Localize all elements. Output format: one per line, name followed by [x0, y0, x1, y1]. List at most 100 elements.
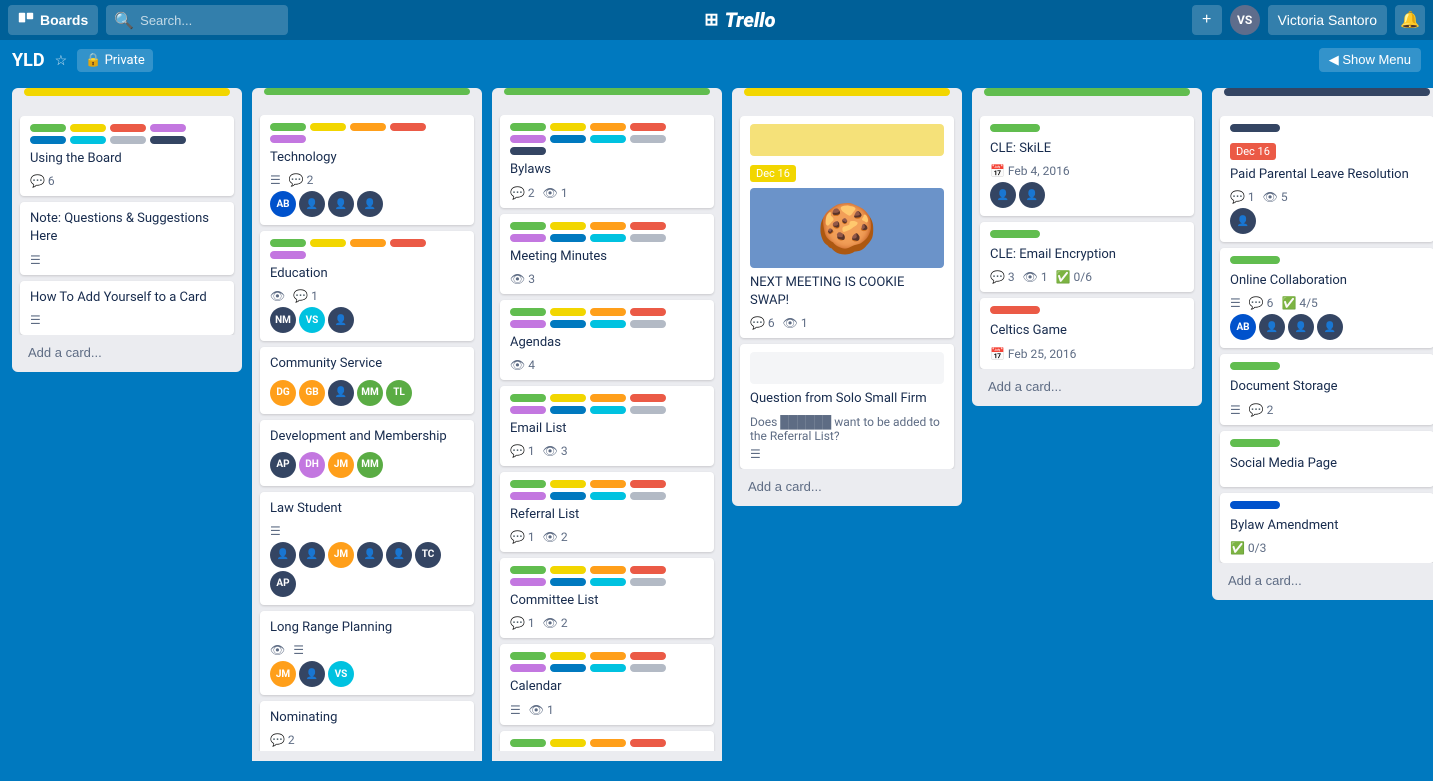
card-3-1[interactable]: Bylaws💬 2👁 1	[500, 115, 714, 207]
card-label	[630, 480, 666, 488]
card-6-4[interactable]: Social Media Page	[1220, 431, 1433, 487]
card-avatar: GB	[299, 380, 325, 406]
card-2-7[interactable]: Nominating💬 2JRJM👤MWZB	[260, 701, 474, 751]
card-label	[630, 406, 666, 414]
card-3-3[interactable]: Agendas👁 4	[500, 300, 714, 380]
user-menu-button[interactable]: Victoria Santoro	[1268, 5, 1387, 35]
card-meta-item: 💬 2	[510, 186, 535, 200]
card-5-1[interactable]: CLE: SkiLE📅 Feb 4, 2016👤👤	[980, 116, 1194, 216]
board-privacy[interactable]: 🔒 Private	[77, 49, 153, 72]
column-2-add-card-button[interactable]: Add a card...	[260, 757, 474, 761]
card-avatar: 👤	[1288, 314, 1314, 340]
card-meta-item: 👁	[270, 643, 285, 657]
search-bar[interactable]: 🔍	[106, 5, 288, 35]
card-2-6[interactable]: Long Range Planning👁☰JM👤VS	[260, 611, 474, 695]
card-avatar: DH	[299, 452, 325, 478]
card-avatar: 👤	[328, 380, 354, 406]
card-label	[590, 578, 626, 586]
card-6-2[interactable]: Online Collaboration☰💬 6✅ 4/5AB👤👤👤	[1220, 248, 1433, 348]
trello-logo-text: Trello	[725, 8, 776, 32]
card-avatar: 👤	[1019, 182, 1045, 208]
search-input[interactable]	[140, 13, 280, 28]
card-2-2[interactable]: Education👁💬 1NMVS👤	[260, 231, 474, 341]
card-meta-item: 💬 1	[510, 616, 535, 630]
column-3-label-bar	[504, 88, 710, 95]
card-due-date: Dec 16	[1230, 143, 1276, 160]
card-image: 🍪	[750, 188, 944, 268]
card-label	[510, 566, 546, 574]
card-3-5[interactable]: Referral List💬 1👁 2	[500, 472, 714, 552]
card-avatars: AB👤👤👤	[1230, 314, 1424, 340]
column-4-add-card-button[interactable]: Add a card...	[740, 475, 954, 498]
card-label	[550, 234, 586, 242]
card-avatars: AB👤👤👤	[270, 191, 464, 217]
boards-button[interactable]: Boards	[8, 5, 98, 35]
card-4-2[interactable]: Question from Solo Small FirmDoes ██████…	[740, 344, 954, 468]
card-meta: ☰	[30, 253, 224, 267]
card-1-3[interactable]: How To Add Yourself to a Card☰	[20, 281, 234, 335]
star-button[interactable]: ☆	[55, 52, 68, 69]
trello-icon	[18, 12, 34, 28]
card-avatar: MM	[357, 452, 383, 478]
column-1-add-card-button[interactable]: Add a card...	[20, 341, 234, 364]
card-6-1[interactable]: Dec 16Paid Parental Leave Resolution💬 1👁…	[1220, 116, 1433, 242]
card-label	[510, 320, 546, 328]
card-3-6[interactable]: Committee List💬 1👁 2	[500, 558, 714, 638]
add-button[interactable]: +	[1192, 5, 1222, 35]
card-avatar: TC	[415, 542, 441, 568]
card-2-1[interactable]: Technology☰💬 2AB👤👤👤	[260, 115, 474, 225]
card-title: Email List	[510, 420, 704, 438]
card-5-2[interactable]: CLE: Email Encryption💬 3👁 1✅ 0/6	[980, 222, 1194, 292]
card-label	[510, 222, 546, 230]
card-label	[30, 136, 66, 144]
column-3-add-card-button[interactable]: Add a card...	[500, 757, 714, 761]
card-title: NEXT MEETING IS COOKIE SWAP!	[750, 274, 944, 310]
card-meta-item: 💬 6	[1249, 296, 1274, 310]
card-6-5[interactable]: Bylaw Amendment✅ 0/3	[1220, 493, 1433, 563]
show-menu-button[interactable]: ◀ Show Menu	[1319, 48, 1421, 72]
card-3-2[interactable]: Meeting Minutes👁 3	[500, 214, 714, 294]
card-4-1[interactable]: Dec 16🍪NEXT MEETING IS COOKIE SWAP!💬 6👁 …	[740, 116, 954, 338]
card-5-3[interactable]: Celtics Game📅 Feb 25, 2016	[980, 298, 1194, 368]
card-3-8[interactable]: Treasury💬 2👁 2	[500, 731, 714, 751]
card-6-3[interactable]: Document Storage☰💬 2	[1220, 354, 1433, 424]
card-2-4[interactable]: Development and MembershipAPDHJMMM	[260, 420, 474, 486]
card-meta: 👁 4	[510, 358, 704, 372]
card-2-5[interactable]: Law Student☰👤👤JM👤👤TCAP	[260, 492, 474, 605]
card-label	[510, 739, 546, 747]
column-3-footer: Add a card...	[492, 751, 722, 761]
card-3-7[interactable]: Calendar☰👁 1	[500, 644, 714, 724]
column-5-add-card-button[interactable]: Add a card...	[980, 375, 1194, 398]
card-label	[550, 652, 586, 660]
column-3-cards: Bylaws💬 2👁 1Meeting Minutes👁 3Agendas👁 4…	[492, 115, 722, 751]
card-2-3[interactable]: Community ServiceDGGB👤MMTL	[260, 347, 474, 413]
card-meta: 💬 6	[30, 174, 224, 188]
card-label	[510, 492, 546, 500]
card-avatars: 👤	[1230, 208, 1424, 234]
card-label	[70, 136, 106, 144]
card-title: Bylaw Amendment	[1230, 517, 1424, 535]
card-meta: 💬 1👁 5	[1230, 190, 1424, 204]
card-label	[590, 308, 626, 316]
boards-label: Boards	[40, 12, 88, 28]
card-title: Committee List	[510, 592, 704, 610]
card-avatars: 👤👤JM👤👤TCAP	[270, 542, 464, 597]
card-label	[270, 135, 306, 143]
column-5-label-bar	[984, 88, 1190, 96]
column-6-add-card-button[interactable]: Add a card...	[1220, 569, 1433, 592]
card-1-2[interactable]: Note: Questions & Suggestions Here☰	[20, 202, 234, 274]
card-meta-item: ✅ 0/6	[1056, 270, 1092, 284]
card-labels	[510, 739, 704, 751]
card-avatar: 👤	[386, 542, 412, 568]
card-avatar: TL	[386, 380, 412, 406]
card-label	[630, 320, 666, 328]
card-3-4[interactable]: Email List💬 1👁 3	[500, 386, 714, 466]
card-subtitle: Does ██████ want to be added to the Refe…	[750, 415, 944, 443]
notifications-button[interactable]: 🔔	[1395, 5, 1425, 35]
card-labels	[270, 239, 464, 259]
card-1-1[interactable]: Using the Board💬 6	[20, 116, 234, 196]
card-label-bar	[1230, 439, 1280, 447]
card-meta-item: 💬 1	[1230, 190, 1255, 204]
card-due-date: Dec 16	[750, 165, 796, 182]
column-6-cards: Dec 16Paid Parental Leave Resolution💬 1👁…	[1212, 116, 1433, 563]
